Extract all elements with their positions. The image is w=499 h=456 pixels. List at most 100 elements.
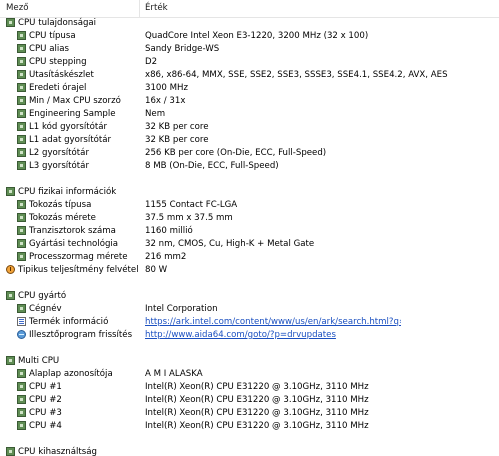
list-item[interactable]: CPU #2 Intel(R) Xeon(R) CPU E31220 @ 3.10…: [0, 394, 499, 407]
list-header: Mező Érték: [0, 0, 499, 18]
list-item[interactable]: Processzormag mérete 216 mm2: [0, 251, 499, 264]
chip-icon: [17, 44, 26, 53]
list-item[interactable]: Alaplap azonosítója A M I ALASKA: [0, 368, 499, 381]
chip-icon: [17, 200, 26, 209]
chip-icon: [6, 356, 15, 365]
item-value: 216 mm2: [145, 252, 187, 262]
spacer-row: [0, 173, 499, 186]
list-item[interactable]: Tokozás típusa 1155 Contact FC-LGA: [0, 199, 499, 212]
item-value: Nem: [145, 109, 166, 119]
column-divider[interactable]: [139, 0, 140, 17]
item-value: Sandy Bridge-WS: [145, 44, 220, 54]
chip-icon: [6, 18, 15, 27]
list-item[interactable]: CPU #3 Intel(R) Xeon(R) CPU E31220 @ 3.10…: [0, 407, 499, 420]
item-label: Processzormag mérete: [29, 252, 128, 262]
item-label: CPU #4: [29, 421, 62, 431]
item-label: Alaplap azonosítója: [29, 369, 113, 379]
category-cpu-physical-info[interactable]: CPU fizikai információk: [0, 186, 499, 199]
list-item[interactable]: Gyártási technológia 32 nm, CMOS, Cu, Hig…: [0, 238, 499, 251]
column-header-field[interactable]: Mező: [6, 3, 28, 13]
item-label: L1 adat gyorsítótár: [29, 135, 112, 145]
info-icon: [17, 317, 26, 326]
list-item[interactable]: L1 kód gyorsítótár 32 KB per core: [0, 121, 499, 134]
chip-icon: [17, 83, 26, 92]
list-item[interactable]: L1 adat gyorsítótár 32 KB per core: [0, 134, 499, 147]
category-label: Multi CPU: [18, 356, 60, 366]
item-label: CPU alias: [29, 44, 69, 54]
item-value: 16x / 31x: [145, 96, 186, 106]
spacer-row: [0, 277, 499, 290]
chip-icon: [17, 304, 26, 313]
chip-icon: [17, 148, 26, 157]
item-label: L1 kód gyorsítótár: [29, 122, 108, 132]
chip-icon: [17, 421, 26, 430]
list-item[interactable]: CPU #1 Intel(R) Xeon(R) CPU E31220 @ 3.10…: [0, 381, 499, 394]
category-multi-cpu[interactable]: Multi CPU: [0, 355, 499, 368]
chip-icon: [6, 447, 15, 456]
item-label: Min / Max CPU szorzó: [29, 96, 121, 106]
item-value: A M I ALASKA: [145, 369, 203, 379]
column-header-value[interactable]: Érték: [145, 3, 168, 13]
list-item[interactable]: CPU alias Sandy Bridge-WS: [0, 43, 499, 56]
chip-icon: [17, 109, 26, 118]
item-value: 32 nm, CMOS, Cu, High-K + Metal Gate: [145, 239, 315, 249]
category-cpu-utilization[interactable]: CPU kihasználtság: [0, 446, 499, 456]
chip-icon: [17, 122, 26, 131]
list-item[interactable]: Utasításkészlet x86, x86-64, MMX, SSE, SS…: [0, 69, 499, 82]
list-item[interactable]: L2 gyorsítótár 256 KB per core (On-Die, E…: [0, 147, 499, 160]
item-value: QuadCore Intel Xeon E3-1220, 3200 MHz (3…: [145, 31, 369, 41]
list-item[interactable]: Tokozás mérete 37.5 mm x 37.5 mm: [0, 212, 499, 225]
item-value: Intel(R) Xeon(R) CPU E31220 @ 3.10GHz, 3…: [145, 395, 369, 405]
chip-icon: [17, 369, 26, 378]
item-value: Intel(R) Xeon(R) CPU E31220 @ 3.10GHz, 3…: [145, 421, 369, 431]
list-item[interactable]: Eredeti órajel 3100 MHz: [0, 82, 499, 95]
spacer-row: [0, 433, 499, 446]
chip-icon: [17, 31, 26, 40]
chip-icon: [17, 57, 26, 66]
category-cpu-manufacturer[interactable]: CPU gyártó: [0, 290, 499, 303]
list-item[interactable]: Engineering Sample Nem: [0, 108, 499, 121]
item-value: Intel Corporation: [145, 304, 218, 314]
item-value: 37.5 mm x 37.5 mm: [145, 213, 233, 223]
list-item[interactable]: Termék információ https://ark.intel.com/c…: [0, 316, 499, 329]
category-label: CPU kihasználtság: [18, 447, 97, 456]
item-label: CPU stepping: [29, 57, 87, 67]
list-item[interactable]: CPU típusa QuadCore Intel Xeon E3-1220, 3…: [0, 30, 499, 43]
list-item[interactable]: Cégnév Intel Corporation: [0, 303, 499, 316]
chip-icon: [17, 252, 26, 261]
spacer-row: [0, 342, 499, 355]
item-label: CPU #3: [29, 408, 62, 418]
item-value: Intel(R) Xeon(R) CPU E31220 @ 3.10GHz, 3…: [145, 408, 369, 418]
list-item[interactable]: Min / Max CPU szorzó 16x / 31x: [0, 95, 499, 108]
item-value: D2: [145, 57, 158, 67]
category-label: CPU tulajdonságai: [18, 18, 97, 28]
item-value: 8 MB (On-Die, ECC, Full-Speed): [145, 161, 279, 171]
category-cpu-properties[interactable]: CPU tulajdonságai: [0, 17, 499, 30]
item-label: Termék információ: [29, 317, 109, 327]
chip-icon: [17, 213, 26, 222]
item-label: Illesztőprogram frissítés: [29, 330, 133, 340]
list-item[interactable]: Tipikus teljesítmény felvétel 80 W: [0, 264, 499, 277]
list-item[interactable]: Illesztőprogram frissítés http://www.aida…: [0, 329, 499, 342]
item-label: Tipikus teljesítmény felvétel: [18, 265, 139, 275]
chip-icon: [17, 239, 26, 248]
chip-icon: [17, 161, 26, 170]
list-item[interactable]: L3 gyorsítótár 8 MB (On-Die, ECC, Full-Sp…: [0, 160, 499, 173]
category-label: CPU gyártó: [18, 291, 67, 301]
driver-update-link[interactable]: http://www.aida64.com/goto/?p=drvupdates: [145, 330, 336, 340]
item-value: 32 KB per core: [145, 135, 209, 145]
chip-icon: [17, 408, 26, 417]
list-item[interactable]: CPU stepping D2: [0, 56, 499, 69]
power-gauge-icon: [6, 265, 15, 274]
item-label: CPU #1: [29, 382, 62, 392]
item-label: Tranzisztorok száma: [29, 226, 116, 236]
item-label: CPU típusa: [29, 31, 76, 41]
chip-icon: [17, 395, 26, 404]
item-label: Cégnév: [29, 304, 62, 314]
item-label: Engineering Sample: [29, 109, 116, 119]
item-label: L3 gyorsítótár: [29, 161, 89, 171]
list-item[interactable]: Tranzisztorok száma 1160 millió: [0, 225, 499, 238]
item-label: Tokozás típusa: [29, 200, 92, 210]
product-info-link[interactable]: https://ark.intel.com/content/www/us/en/…: [145, 317, 401, 327]
list-item[interactable]: CPU #4 Intel(R) Xeon(R) CPU E31220 @ 3.10…: [0, 420, 499, 433]
